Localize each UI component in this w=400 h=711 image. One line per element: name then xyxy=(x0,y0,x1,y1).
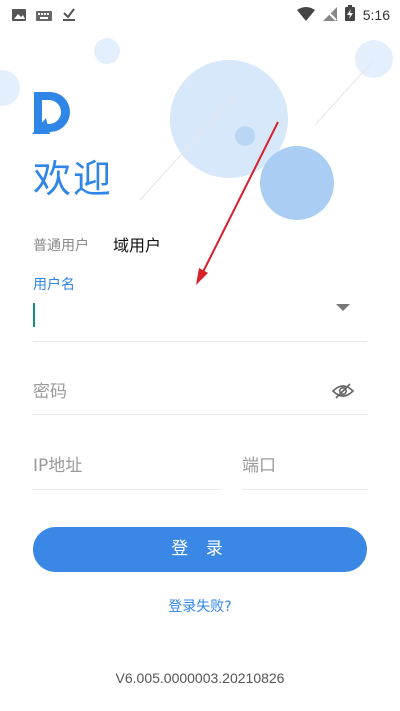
port-underline xyxy=(242,489,367,490)
keyboard-icon xyxy=(36,6,52,25)
tab-domain-user[interactable]: 域用户 xyxy=(113,232,161,256)
no-signal-icon xyxy=(322,6,337,25)
decor-circle-left-edge xyxy=(0,70,20,106)
username-underline xyxy=(33,341,367,342)
image-icon xyxy=(12,6,26,25)
username-dropdown-icon[interactable] xyxy=(336,304,350,311)
decor-circle-medium xyxy=(260,146,334,220)
decor-circle-small-top xyxy=(94,38,120,64)
login-button[interactable]: 登 录 xyxy=(33,527,367,572)
username-label: 用户名 xyxy=(33,277,75,293)
status-time: 5:16 xyxy=(362,7,390,23)
check-download-icon xyxy=(62,6,76,25)
ip-underline xyxy=(33,489,221,490)
status-bar: 5:16 xyxy=(0,0,400,28)
decor-circle-tiny xyxy=(235,126,255,146)
port-field[interactable]: 端口 xyxy=(242,451,276,476)
app-logo xyxy=(32,90,72,134)
password-underline xyxy=(33,414,367,415)
tab-normal-user[interactable]: 普通用户 xyxy=(33,235,89,255)
wifi-icon xyxy=(296,6,315,25)
ip-address-field[interactable]: IP地址 xyxy=(33,451,82,476)
password-field[interactable]: 密码 xyxy=(33,377,67,402)
welcome-title: 欢迎 xyxy=(33,157,114,201)
login-failed-link[interactable]: 登录失败? xyxy=(0,596,400,616)
decor-circle-right-edge xyxy=(355,40,393,78)
version-label: V6.005.0000003.20210826 xyxy=(115,670,285,686)
username-input-cursor[interactable] xyxy=(33,303,35,327)
eye-toggle-icon[interactable] xyxy=(331,382,355,400)
battery-charging-icon xyxy=(344,5,355,25)
